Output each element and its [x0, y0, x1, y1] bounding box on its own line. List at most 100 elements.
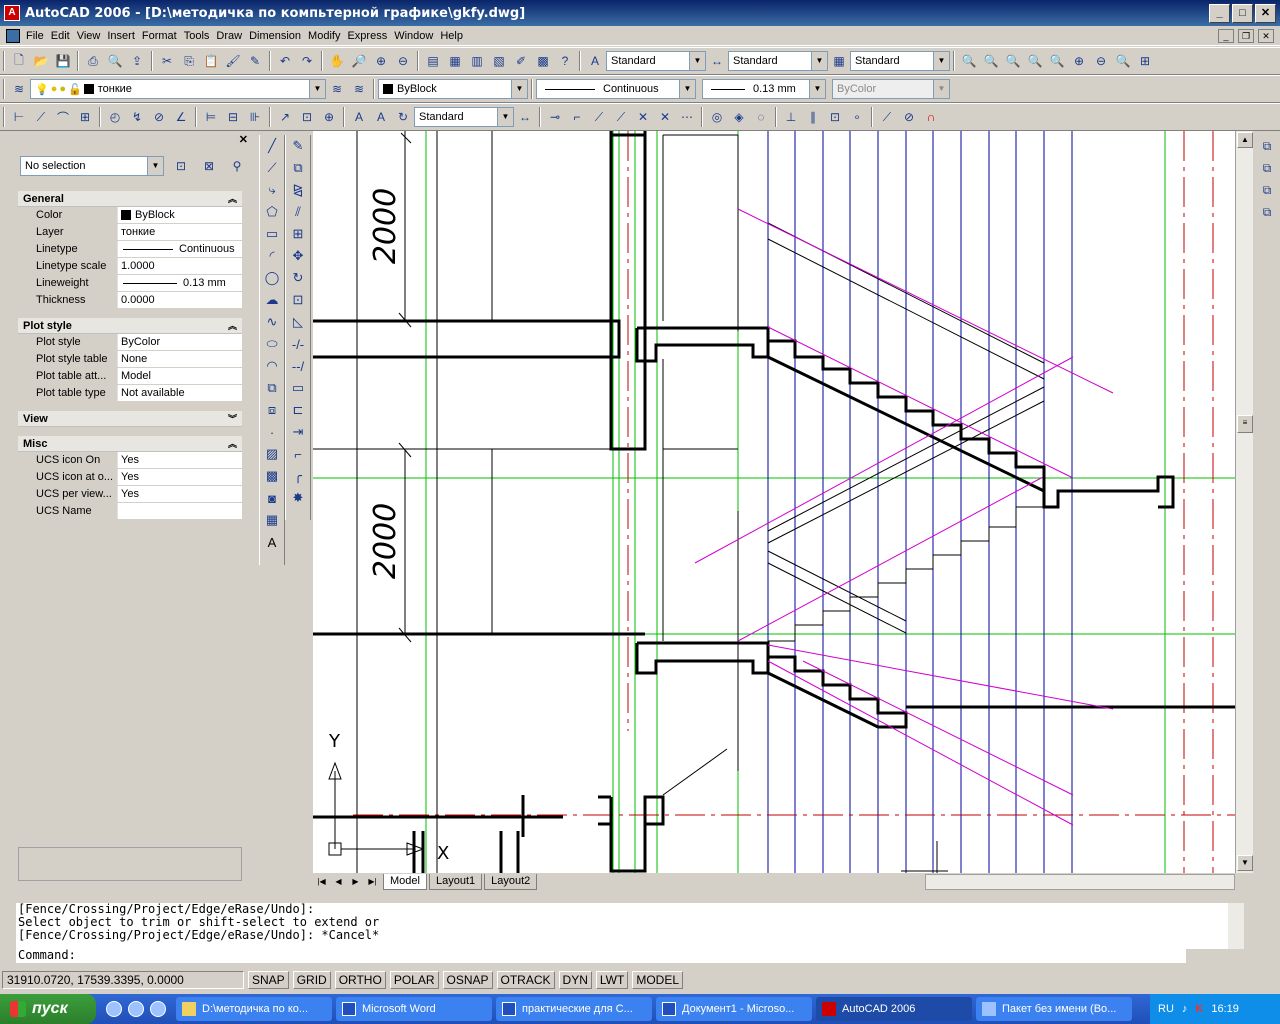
property-row[interactable]: Plot style table None	[18, 351, 242, 368]
last-tab-icon[interactable]: ▶|	[364, 874, 381, 890]
scale-icon[interactable]: ⊡	[287, 289, 309, 311]
save-icon[interactable]: 💾	[52, 50, 74, 72]
dim-update-icon[interactable]: ↻	[392, 106, 414, 128]
snap-insert-icon[interactable]: ⊡	[824, 106, 846, 128]
baseline-dim-icon[interactable]: ⊟	[222, 106, 244, 128]
snap-quadrant-icon[interactable]: ◈	[728, 106, 750, 128]
antivirus-icon[interactable]: K	[1195, 1003, 1203, 1015]
dim-style-select-2[interactable]: Standard ▼	[414, 107, 514, 127]
center-mark-icon[interactable]: ⊕	[318, 106, 340, 128]
taskbar-item[interactable]: AutoCAD 2006	[816, 997, 972, 1021]
property-row[interactable]: UCS Name	[18, 503, 242, 520]
arc-length-icon[interactable]: ⌒	[52, 106, 74, 128]
taskbar-item[interactable]: D:\методичка по ко...	[176, 997, 332, 1021]
bring-above-icon[interactable]: ⧉	[1256, 179, 1278, 201]
menu-dimension[interactable]: Dimension	[249, 30, 308, 42]
send-under-icon[interactable]: ⧉	[1256, 201, 1278, 223]
expand-icon[interactable]: ︾	[228, 411, 237, 427]
arc-icon[interactable]: ◜	[261, 245, 283, 267]
view-header[interactable]: View ︾	[18, 411, 242, 427]
move-icon[interactable]: ✥	[287, 245, 309, 267]
tolerance-icon[interactable]: ⊡	[296, 106, 318, 128]
help-icon[interactable]: ?	[554, 50, 576, 72]
dim-style-manager-icon[interactable]: ↔	[514, 106, 536, 128]
quick-dim-icon[interactable]: ⊨	[200, 106, 222, 128]
snap-from-icon[interactable]: ⌐	[566, 106, 588, 128]
offset-icon[interactable]: ⫽	[287, 201, 309, 223]
table-style-icon[interactable]: ▦	[828, 50, 850, 72]
aligned-dim-icon[interactable]: ⟋	[30, 106, 52, 128]
first-tab-icon[interactable]: |◀	[313, 874, 330, 890]
ortho-toggle[interactable]: ORTHO	[334, 971, 386, 989]
snap-none-icon[interactable]: ⊘	[898, 106, 920, 128]
make-current-layer-icon[interactable]: ≋	[326, 78, 348, 100]
snap-perpendicular-icon[interactable]: ⊥	[780, 106, 802, 128]
rotate-icon[interactable]: ↻	[287, 267, 309, 289]
plot-icon[interactable]: ⎙	[82, 50, 104, 72]
polar-toggle[interactable]: POLAR	[389, 971, 439, 989]
region-icon[interactable]: ◙	[261, 487, 283, 509]
prev-tab-icon[interactable]: ◀	[330, 874, 347, 890]
command-input[interactable]: Command:	[16, 949, 1186, 963]
zoom-window-icon[interactable]: ⊕	[370, 50, 392, 72]
ellipse-arc-icon[interactable]: ◠	[261, 355, 283, 377]
scroll-up-icon[interactable]: ▲	[1237, 132, 1253, 148]
send-back-icon[interactable]: ⧉	[1256, 157, 1278, 179]
selection-select[interactable]: No selection ▼	[20, 156, 164, 176]
scroll-down-icon[interactable]: ▼	[1237, 855, 1253, 871]
property-row[interactable]: Linetype scale 1.0000	[18, 258, 242, 275]
make-block-icon[interactable]: ⧈	[261, 399, 283, 421]
close-button[interactable]: ✕	[1255, 3, 1276, 23]
zoom-out-icon[interactable]: ⊖	[1090, 50, 1112, 72]
revision-cloud-icon[interactable]: ☁	[261, 289, 283, 311]
pan-icon[interactable]: ✋	[326, 50, 348, 72]
extend-icon[interactable]: --/	[287, 355, 309, 377]
snap-node-icon[interactable]: ∘	[846, 106, 868, 128]
select-objects-icon[interactable]: ⊠	[198, 155, 220, 177]
doc-close-button[interactable]: ✕	[1258, 28, 1274, 43]
bring-front-icon[interactable]: ⧉	[1256, 135, 1278, 157]
circle-icon[interactable]: ◯	[261, 267, 283, 289]
angular-dim-icon[interactable]: ∠	[170, 106, 192, 128]
minimize-button[interactable]: _	[1209, 3, 1230, 23]
dim-text-edit-icon[interactable]: A	[370, 106, 392, 128]
ordinate-dim-icon[interactable]: ⊞	[74, 106, 96, 128]
otrack-toggle[interactable]: OTRACK	[496, 971, 555, 989]
snap-extension-icon[interactable]: ⋯	[676, 106, 698, 128]
speaker-icon[interactable]: ♪	[1182, 1003, 1188, 1015]
polygon-icon[interactable]: ⬠	[261, 201, 283, 223]
snap-toggle[interactable]: SNAP	[248, 971, 289, 989]
coordinate-readout[interactable]: 31910.0720, 17539.3395, 0.0000	[2, 971, 244, 989]
next-tab-icon[interactable]: ▶	[347, 874, 364, 890]
gradient-icon[interactable]: ▩	[261, 465, 283, 487]
join-icon[interactable]: ⇥	[287, 421, 309, 443]
property-row[interactable]: Linetype Continuous	[18, 241, 242, 258]
menu-file[interactable]: File	[26, 30, 51, 42]
markup-icon[interactable]: ✐	[510, 50, 532, 72]
doc-restore-button[interactable]: ❐	[1238, 28, 1254, 43]
leader-icon[interactable]: ↗	[274, 106, 296, 128]
drawing-area[interactable]: 2000 2000 Y X	[313, 131, 1235, 873]
rectangle-icon[interactable]: ▭	[261, 223, 283, 245]
osnap-toggle[interactable]: OSNAP	[442, 971, 493, 989]
erase-icon[interactable]: ✎	[287, 135, 309, 157]
layer-select[interactable]: 💡 ● ● 🔓 тонкие ▼	[30, 79, 326, 99]
command-scrollbar[interactable]	[1228, 903, 1244, 949]
collapse-icon[interactable]: ︽	[228, 436, 237, 452]
undo-icon[interactable]: ↶	[274, 50, 296, 72]
tab-layout1[interactable]: Layout1	[428, 874, 483, 890]
snap-apparent-icon[interactable]: ✕	[654, 106, 676, 128]
browser-icon[interactable]	[150, 1001, 166, 1017]
fillet-icon[interactable]: ╭	[287, 465, 309, 487]
insert-block-icon[interactable]: ⧉	[261, 377, 283, 399]
ie-icon[interactable]	[106, 1001, 122, 1017]
menu-express[interactable]: Express	[347, 30, 394, 42]
explode-icon[interactable]: ✸	[287, 487, 309, 509]
zoom-center-icon[interactable]: 🔍	[1046, 50, 1068, 72]
general-header[interactable]: General ︽	[18, 191, 242, 207]
ellipse-icon[interactable]: ⬭	[261, 333, 283, 355]
break-icon[interactable]: ⊏	[287, 399, 309, 421]
dim-style-select[interactable]: Standard ▼	[728, 51, 828, 71]
linetype-select[interactable]: Continuous ▼	[536, 79, 696, 99]
zoom-in-icon[interactable]: ⊕	[1068, 50, 1090, 72]
